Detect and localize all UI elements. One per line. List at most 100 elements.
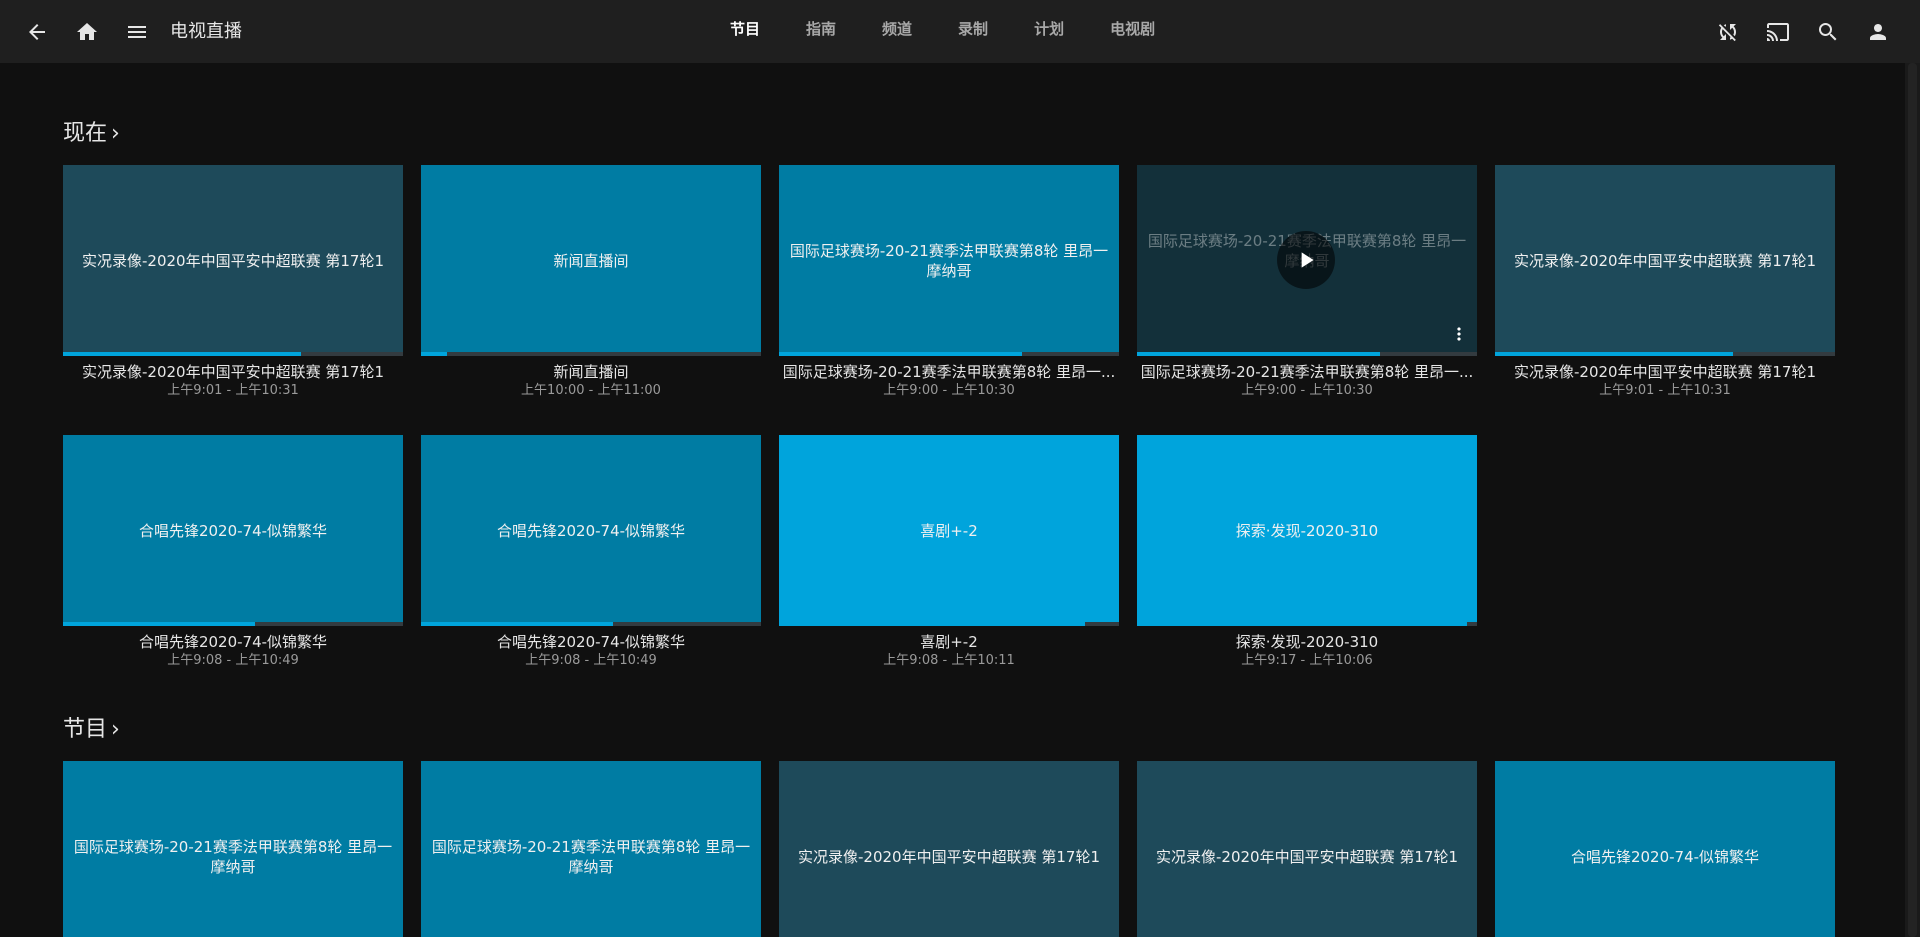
program-time: 上午9:08 - 上午10:49 (525, 653, 657, 668)
program-title[interactable]: 实况录像-2020年中国平安中超联赛 第17轮1 (1495, 362, 1835, 382)
main-tabs: 节目 指南 频道 录制 计划 电视剧 (730, 16, 1201, 46)
thumbnail-text: 国际足球赛场-20-21赛季法甲联赛第8轮 里昂一摩纳哥 (73, 837, 393, 876)
tab-recordings[interactable]: 录制 (958, 16, 988, 46)
tab-series[interactable]: 电视剧 (1110, 16, 1155, 46)
thumbnail-text: 国际足球赛场-20-21赛季法甲联赛第8轮 里昂一摩纳哥 (431, 837, 751, 876)
program-thumbnail[interactable]: 国际足球赛场-20-21赛季法甲联赛第8轮 里昂一摩纳哥 (779, 165, 1119, 356)
program-card[interactable]: 喜剧+-2 喜剧+-2 上午9:08 - 上午10:11 (779, 435, 1119, 670)
sync-button[interactable] (1708, 12, 1748, 52)
program-title[interactable]: 合唱先锋2020-74-似锦繁华 (63, 632, 403, 652)
progress-bar (63, 622, 403, 626)
program-thumbnail[interactable]: 探索·发现-2020-310 (1137, 435, 1477, 626)
thumbnail-text: 合唱先锋2020-74-似锦繁华 (496, 521, 686, 540)
tab-guide[interactable]: 指南 (806, 16, 836, 46)
play-button[interactable] (1277, 231, 1335, 289)
program-title[interactable]: 合唱先锋2020-74-似锦繁华 (421, 632, 761, 652)
progress-bar (1495, 352, 1835, 356)
section-title-programs[interactable]: 节目 › (63, 716, 120, 744)
progress-bar (421, 352, 761, 356)
progress-fill (1137, 352, 1381, 356)
program-card[interactable]: 合唱先锋2020-74-似锦繁华 合唱先锋2020-74-似锦繁华 上午9:08 -… (63, 435, 403, 670)
progress-fill (1137, 622, 1467, 626)
chevron-right-icon: › (111, 717, 120, 742)
program-thumbnail[interactable]: 合唱先锋2020-74-似锦繁华 (421, 435, 761, 626)
thumbnail-text: 实况录像-2020年中国平安中超联赛 第17轮1 (1156, 847, 1458, 866)
home-button[interactable] (67, 12, 107, 52)
progress-bar (421, 622, 761, 626)
program-card[interactable]: 合唱先锋2020-74-似锦繁华 合唱先锋2020-74-似锦繁华 上午9:08 -… (421, 435, 761, 670)
progress-fill (1495, 352, 1733, 356)
progress-fill (63, 622, 256, 626)
program-title[interactable]: 国际足球赛场-20-21赛季法甲联赛第8轮 里昂一... (779, 362, 1119, 382)
section-title-text: 节目 (63, 717, 108, 742)
thumbnail-text: 喜剧+-2 (920, 521, 978, 540)
program-card[interactable]: 合唱先锋2020-74-似锦繁华 (1495, 761, 1835, 937)
program-card[interactable]: 实况录像-2020年中国平安中超联赛 第17轮1 (779, 761, 1119, 937)
app-header: 电视直播 节目 指南 频道 录制 计划 电视剧 (0, 0, 1920, 63)
chevron-right-icon: › (111, 121, 120, 146)
program-card[interactable]: 实况录像-2020年中国平安中超联赛 第17轮1 实况录像-2020年中国平安中超… (63, 165, 403, 400)
thumbnail-text: 新闻直播间 (553, 251, 629, 270)
tab-schedule[interactable]: 计划 (1034, 16, 1064, 46)
search-icon (1819, 23, 1837, 41)
program-thumbnail[interactable]: 国际足球赛场-20-21赛季法甲联赛第8轮 里昂一摩纳哥 (63, 761, 403, 937)
program-time: 上午9:08 - 上午10:11 (883, 653, 1015, 668)
section-title-text: 现在 (63, 121, 108, 146)
search-button[interactable] (1808, 12, 1848, 52)
thumbnail-text: 实况录像-2020年中国平安中超联赛 第17轮1 (82, 251, 384, 270)
program-thumbnail[interactable]: 合唱先锋2020-74-似锦繁华 (1495, 761, 1835, 937)
page-title: 电视直播 (170, 21, 242, 42)
program-thumbnail[interactable]: 合唱先锋2020-74-似锦繁华 (63, 435, 403, 626)
more-options-button[interactable] (1449, 322, 1469, 346)
program-card[interactable]: 探索·发现-2020-310 探索·发现-2020-310 上午9:17 - 上午1… (1137, 435, 1477, 670)
thumbnail-text: 实况录像-2020年中国平安中超联赛 第17轮1 (798, 847, 1100, 866)
cast-icon (1767, 23, 1789, 41)
section-title-now[interactable]: 现在 › (63, 120, 120, 148)
tab-channels[interactable]: 频道 (882, 16, 912, 46)
program-thumbnail[interactable]: 国际足球赛场-20-21赛季法甲联赛第8轮 里昂一摩纳哥 (421, 761, 761, 937)
program-card[interactable]: 国际足球赛场-20-21赛季法甲联赛第8轮 里昂一摩纳哥国际足球赛场-20-21… (1137, 165, 1477, 400)
program-thumbnail[interactable]: 喜剧+-2 (779, 435, 1119, 626)
progress-fill (779, 352, 1023, 356)
scrollbar-thumb[interactable] (1908, 63, 1917, 937)
program-time: 上午9:01 - 上午10:31 (1599, 383, 1731, 398)
tab-programs[interactable]: 节目 (730, 16, 760, 46)
program-thumbnail[interactable]: 实况录像-2020年中国平安中超联赛 第17轮1 (1137, 761, 1477, 937)
program-title[interactable]: 实况录像-2020年中国平安中超联赛 第17轮1 (63, 362, 403, 382)
back-button[interactable] (17, 12, 57, 52)
program-title[interactable]: 探索·发现-2020-310 (1137, 632, 1477, 652)
program-title[interactable]: 喜剧+-2 (779, 632, 1119, 652)
progress-fill (779, 622, 1085, 626)
user-icon (1870, 24, 1886, 40)
program-card[interactable]: 国际足球赛场-20-21赛季法甲联赛第8轮 里昂一摩纳哥 (421, 761, 761, 937)
user-button[interactable] (1858, 12, 1898, 52)
program-thumbnail[interactable]: 实况录像-2020年中国平安中超联赛 第17轮1 (779, 761, 1119, 937)
program-title[interactable]: 新闻直播间 (421, 362, 761, 382)
progress-bar (1137, 622, 1477, 626)
content-area: 现在 › 实况录像-2020年中国平安中超联赛 第17轮1 实况录像-2020年中国… (0, 63, 1905, 937)
thumbnail-text: 国际足球赛场-20-21赛季法甲联赛第8轮 里昂一摩纳哥 (789, 241, 1109, 280)
vertical-scrollbar[interactable] (1905, 63, 1920, 937)
menu-button[interactable] (117, 12, 157, 52)
program-card[interactable]: 实况录像-2020年中国平安中超联赛 第17轮1 (1137, 761, 1477, 937)
more-vert-icon (1457, 327, 1461, 341)
sync-disabled-icon (1718, 24, 1736, 42)
progress-fill (421, 352, 447, 356)
program-card[interactable]: 新闻直播间 新闻直播间 上午10:00 - 上午11:00 (421, 165, 761, 400)
progress-bar (779, 352, 1119, 356)
program-card[interactable]: 国际足球赛场-20-21赛季法甲联赛第8轮 里昂一摩纳哥 (63, 761, 403, 937)
cast-button[interactable] (1758, 12, 1798, 52)
program-thumbnail[interactable]: 实况录像-2020年中国平安中超联赛 第17轮1 (1495, 165, 1835, 356)
program-card[interactable]: 国际足球赛场-20-21赛季法甲联赛第8轮 里昂一摩纳哥国际足球赛场-20-21… (779, 165, 1119, 400)
back-arrow-icon (29, 24, 45, 40)
program-thumbnail[interactable]: 新闻直播间 (421, 165, 761, 356)
program-thumbnail[interactable]: 实况录像-2020年中国平安中超联赛 第17轮1 (63, 165, 403, 356)
program-title[interactable]: 国际足球赛场-20-21赛季法甲联赛第8轮 里昂一... (1137, 362, 1477, 382)
program-time: 上午9:08 - 上午10:49 (167, 653, 299, 668)
program-time: 上午9:17 - 上午10:06 (1241, 653, 1373, 668)
program-thumbnail[interactable]: 国际足球赛场-20-21赛季法甲联赛第8轮 里昂一摩纳哥 (1137, 165, 1477, 356)
program-card[interactable]: 实况录像-2020年中国平安中超联赛 第17轮1 实况录像-2020年中国平安中超… (1495, 165, 1835, 400)
home-icon (77, 23, 97, 40)
thumbnail-text: 探索·发现-2020-310 (1235, 521, 1379, 540)
play-icon (1301, 252, 1314, 268)
